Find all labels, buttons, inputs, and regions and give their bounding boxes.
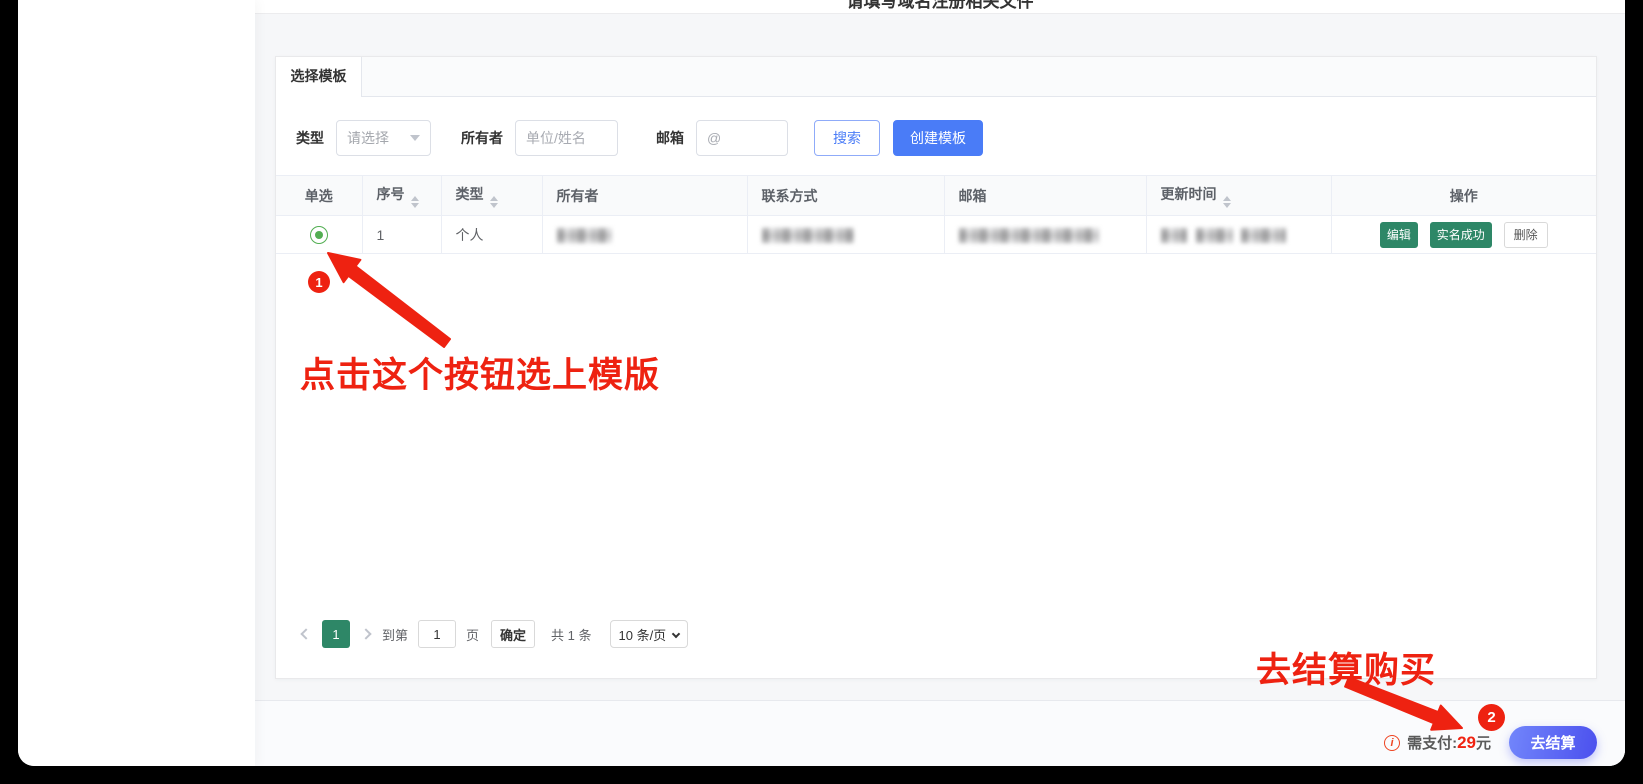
edit-button[interactable]: 编辑 [1379,221,1418,248]
sort-icon[interactable] [410,195,419,208]
left-sidebar-blank [18,0,255,766]
annotation-step1-badge: 1 [308,271,330,293]
info-icon: i [1384,734,1401,751]
verified-status-button[interactable]: 实名成功 [1429,221,1492,248]
col-header-type[interactable]: 类型 [440,175,543,216]
blurred-time [1240,227,1286,243]
page-size-value: 10 条/页 [618,627,667,643]
table-header-row: 单选 序号 类型 所有者 联系方式 邮箱 更新时间 操作 [276,175,1596,216]
blurred-contact [761,227,854,243]
pay-unit: 元 [1475,735,1491,752]
owner-label: 所有者 [461,130,503,146]
prev-page-button[interactable] [296,620,316,648]
goto-page-input[interactable] [418,620,457,648]
next-page-button[interactable] [356,620,376,648]
screenshot-canvas: 请填写域名注册相关文件 选择模板 类型 请选择 所有者 邮箱 搜索 创 [0,0,1643,784]
pagination-bar: 1 到第 页 确定 共 1 条 10 条/页 [296,620,689,648]
pay-label: 需支付: [1407,735,1458,752]
page-title-clipped: 请填写域名注册相关文件 [846,0,1034,11]
blurred-email [958,227,1099,243]
email-input[interactable] [696,120,788,156]
col-header-owner: 所有者 [541,175,748,216]
blurred-owner [556,227,612,243]
chevron-left-icon [300,628,312,640]
type-select[interactable]: 请选择 [336,120,431,156]
email-label: 邮箱 [656,130,684,146]
delete-button[interactable]: 删除 [1503,221,1548,248]
row-radio-selected[interactable] [309,225,328,244]
type-label: 类型 [296,130,324,146]
cell-type: 个人 [440,215,543,254]
col-header-actions: 操作 [1330,175,1596,216]
total-count-label: 共 1 条 [551,627,592,643]
type-select-value: 请选择 [347,130,389,146]
annotation-arrow-to-radio [327,252,451,348]
page-label: 页 [466,627,480,643]
tab-select-template[interactable]: 选择模板 [276,57,362,97]
radio-dot [314,230,323,239]
annotation-step2-badge: 2 [1478,704,1505,731]
table-row: 1 个人 编辑 实名成功 删除 [276,215,1596,254]
create-template-button[interactable]: 创建模板 [893,120,983,156]
template-table: 单选 序号 类型 所有者 联系方式 邮箱 更新时间 操作 1 个人 编辑 实名成… [276,175,1596,254]
annotation-step1-text: 点击这个按钮选上模版 [300,356,661,395]
current-page-button[interactable]: 1 [322,620,350,648]
search-button[interactable]: 搜索 [814,120,880,156]
confirm-page-button[interactable]: 确定 [491,620,536,648]
col-header-index[interactable]: 序号 [361,175,442,216]
pay-amount: 29 [1457,732,1476,752]
filter-bar: 类型 请选择 所有者 邮箱 搜索 创建模板 [296,120,983,156]
col-header-contact: 联系方式 [746,175,945,216]
checkout-button[interactable]: 去结算 [1509,726,1597,759]
goto-label: 到第 [382,627,409,643]
page-size-select[interactable]: 10 条/页 [609,620,689,648]
annotation-step2-text: 去结算购买 [1256,651,1437,690]
sort-icon[interactable] [1222,195,1231,208]
col-header-email: 邮箱 [943,175,1147,216]
sort-icon[interactable] [489,195,498,208]
col-header-select: 单选 [276,175,363,216]
blurred-date [1160,227,1187,243]
tab-bar: 选择模板 [276,57,1596,97]
chevron-down-icon [410,135,420,141]
col-header-updated[interactable]: 更新时间 [1145,175,1332,216]
owner-input[interactable] [515,120,618,156]
chevron-down-icon [671,629,681,639]
chevron-right-icon [360,628,372,640]
blurred-date [1195,227,1233,243]
